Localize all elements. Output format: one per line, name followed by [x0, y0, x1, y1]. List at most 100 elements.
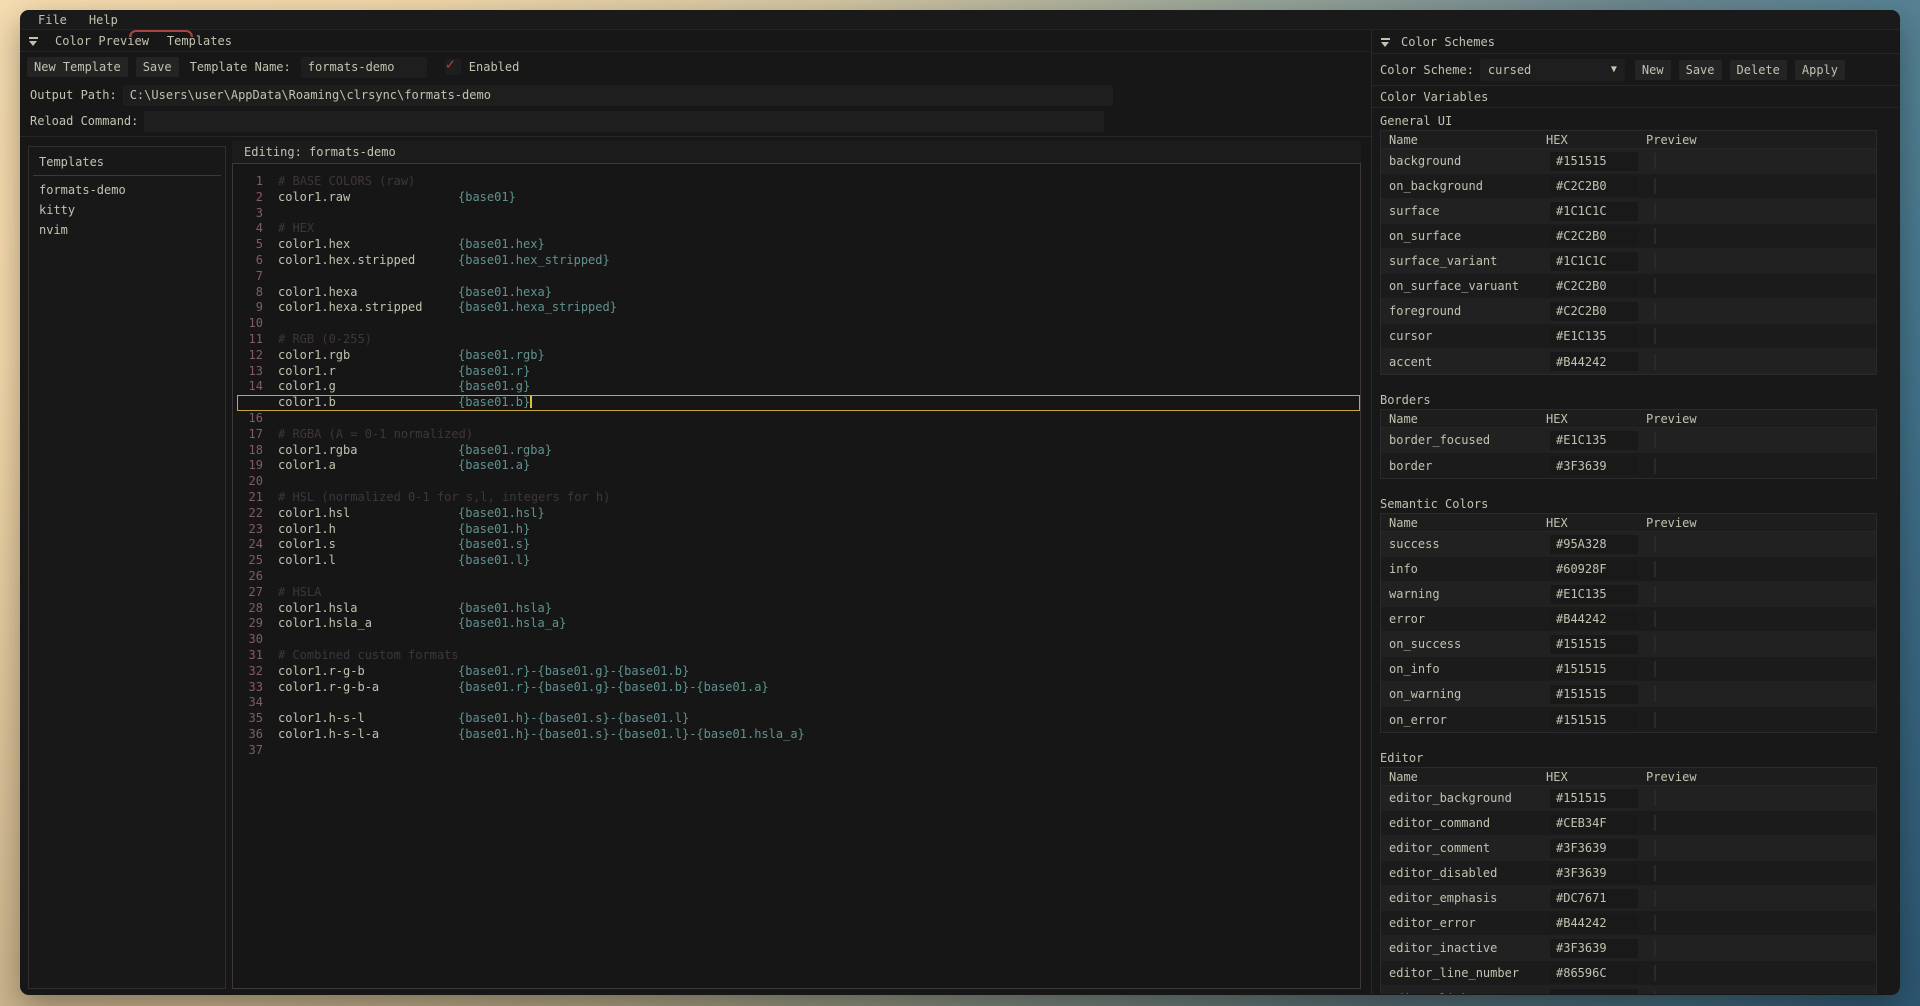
- code-template-value: {base01.hsla_a}: [458, 616, 566, 630]
- color-swatch[interactable]: [1654, 661, 1656, 677]
- color-swatch[interactable]: [1654, 815, 1656, 831]
- variable-hex-input[interactable]: #DC7671: [1550, 889, 1638, 908]
- variable-hex-input[interactable]: #C2C2B0: [1550, 177, 1638, 196]
- variable-hex-input[interactable]: #CEB34F: [1550, 814, 1638, 833]
- variable-hex-input[interactable]: #60928F: [1550, 989, 1638, 994]
- code-template-value: {base01.hexa_stripped}: [458, 300, 617, 314]
- output-path-input[interactable]: C:\Users\user\AppData\Roaming\clrsync\fo…: [123, 85, 1113, 106]
- scheme-apply-button[interactable]: Apply: [1795, 60, 1845, 80]
- variable-hex-input[interactable]: #C2C2B0: [1550, 302, 1638, 321]
- variable-name: border: [1381, 459, 1546, 473]
- template-name-input[interactable]: formats-demo: [301, 57, 427, 78]
- code-template-value: {base01.h}: [458, 522, 530, 536]
- color-swatch[interactable]: [1654, 228, 1656, 244]
- color-schemes-panel: Color Schemes Color Scheme: cursed ▼ New…: [1372, 30, 1899, 994]
- color-variable-row: editor_inactive #3F3639: [1381, 936, 1876, 961]
- variable-hex-input[interactable]: #151515: [1550, 152, 1638, 171]
- color-swatch[interactable]: [1654, 712, 1656, 728]
- variable-hex-input[interactable]: #151515: [1550, 635, 1638, 654]
- column-header-preview: Preview: [1646, 133, 1876, 147]
- variable-preview-cell: [1646, 537, 1876, 551]
- color-swatch[interactable]: [1654, 354, 1656, 370]
- variable-name: editor_command: [1381, 816, 1546, 830]
- variable-hex-input[interactable]: #B44242: [1550, 610, 1638, 629]
- variable-hex-input[interactable]: #151515: [1550, 710, 1638, 729]
- variable-hex-input[interactable]: #C2C2B0: [1550, 277, 1638, 296]
- variable-name: editor_inactive: [1381, 941, 1546, 955]
- variable-hex-input[interactable]: #3F3639: [1550, 839, 1638, 858]
- color-swatch[interactable]: [1654, 840, 1656, 856]
- line-number: 31: [237, 648, 263, 664]
- color-swatch[interactable]: [1654, 278, 1656, 294]
- variable-hex-input[interactable]: #1C1C1C: [1550, 202, 1638, 221]
- scheme-save-button[interactable]: Save: [1679, 60, 1722, 80]
- variable-hex-input[interactable]: #86596C: [1550, 964, 1638, 983]
- reload-command-input[interactable]: [144, 111, 1104, 132]
- menu-item-file[interactable]: File: [38, 13, 67, 27]
- template-list-item[interactable]: kitty: [29, 200, 225, 220]
- color-swatch[interactable]: [1654, 253, 1656, 269]
- template-list-item[interactable]: formats-demo: [29, 180, 225, 200]
- variable-preview-cell: [1646, 254, 1876, 268]
- variable-hex-cell: #E1C135: [1546, 585, 1646, 604]
- variable-hex-input[interactable]: #B44242: [1550, 914, 1638, 933]
- color-swatch[interactable]: [1654, 178, 1656, 194]
- color-swatch[interactable]: [1654, 636, 1656, 652]
- color-swatch[interactable]: [1654, 153, 1656, 169]
- color-swatch[interactable]: [1654, 865, 1656, 881]
- variable-hex-input[interactable]: #151515: [1550, 660, 1638, 679]
- variable-hex-input[interactable]: #60928F: [1550, 560, 1638, 579]
- column-header-hex: HEX: [1546, 412, 1646, 426]
- color-swatch[interactable]: [1654, 991, 1656, 995]
- variable-hex-input[interactable]: #95A328: [1550, 535, 1638, 554]
- color-swatch[interactable]: [1654, 611, 1656, 627]
- color-swatch[interactable]: [1654, 586, 1656, 602]
- color-swatch[interactable]: [1654, 965, 1656, 981]
- color-swatch[interactable]: [1654, 303, 1656, 319]
- variable-hex-input[interactable]: #E1C135: [1550, 431, 1638, 450]
- column-header-name: Name: [1381, 133, 1546, 147]
- variable-hex-input[interactable]: #151515: [1550, 685, 1638, 704]
- color-scheme-select[interactable]: cursed ▼: [1480, 59, 1625, 81]
- variable-name: error: [1381, 612, 1546, 626]
- variable-preview-cell: [1646, 687, 1876, 701]
- scheme-delete-button[interactable]: Delete: [1730, 60, 1787, 80]
- collapse-panel-icon[interactable]: [1380, 37, 1391, 47]
- color-swatch[interactable]: [1654, 686, 1656, 702]
- variable-hex-input[interactable]: #3F3639: [1550, 456, 1638, 475]
- color-swatch[interactable]: [1654, 790, 1656, 806]
- color-swatch[interactable]: [1654, 328, 1656, 344]
- menu-item-help[interactable]: Help: [89, 13, 118, 27]
- color-swatch[interactable]: [1654, 536, 1656, 552]
- variable-hex-input[interactable]: #151515: [1550, 789, 1638, 808]
- tab-bar: Color PreviewTemplates: [20, 30, 1371, 52]
- variable-hex-input[interactable]: #C2C2B0: [1550, 227, 1638, 246]
- color-swatch[interactable]: [1654, 940, 1656, 956]
- code-line: 18color1.rgba{base01.rgba}: [237, 443, 1360, 459]
- color-swatch[interactable]: [1654, 561, 1656, 577]
- enabled-checkbox[interactable]: ✓: [445, 59, 461, 75]
- color-swatch[interactable]: [1654, 890, 1656, 906]
- template-list-item[interactable]: nvim: [29, 220, 225, 240]
- color-swatch[interactable]: [1654, 458, 1656, 474]
- code-line-current[interactable]: color1.b{base01.b}: [237, 395, 1360, 411]
- color-swatch[interactable]: [1654, 432, 1656, 448]
- scheme-buttons: New Save Delete Apply: [1635, 60, 1845, 80]
- variable-hex-input[interactable]: #1C1C1C: [1550, 252, 1638, 271]
- line-number: 26: [237, 569, 263, 585]
- variable-hex-input[interactable]: #E1C135: [1550, 327, 1638, 346]
- color-swatch[interactable]: [1654, 203, 1656, 219]
- new-template-button[interactable]: New Template: [27, 57, 128, 77]
- save-template-button[interactable]: Save: [136, 57, 179, 77]
- color-swatch[interactable]: [1654, 915, 1656, 931]
- color-variable-table: NameHEXPrevieweditor_background#151515ed…: [1380, 767, 1877, 994]
- code-comment: # RGBA (A = 0-1 normalized): [278, 427, 473, 441]
- variable-hex-input[interactable]: #B44242: [1550, 352, 1638, 371]
- variable-hex-input[interactable]: #3F3639: [1550, 864, 1638, 883]
- variable-hex-input[interactable]: #3F3639: [1550, 939, 1638, 958]
- template-code-editor[interactable]: 1# BASE COLORS (raw)2color1.raw{base01}3…: [232, 163, 1361, 989]
- variable-hex-input[interactable]: #E1C135: [1550, 585, 1638, 604]
- reload-command-label: Reload Command:: [27, 114, 138, 128]
- scheme-new-button[interactable]: New: [1635, 60, 1671, 80]
- collapse-panel-icon[interactable]: [28, 36, 39, 46]
